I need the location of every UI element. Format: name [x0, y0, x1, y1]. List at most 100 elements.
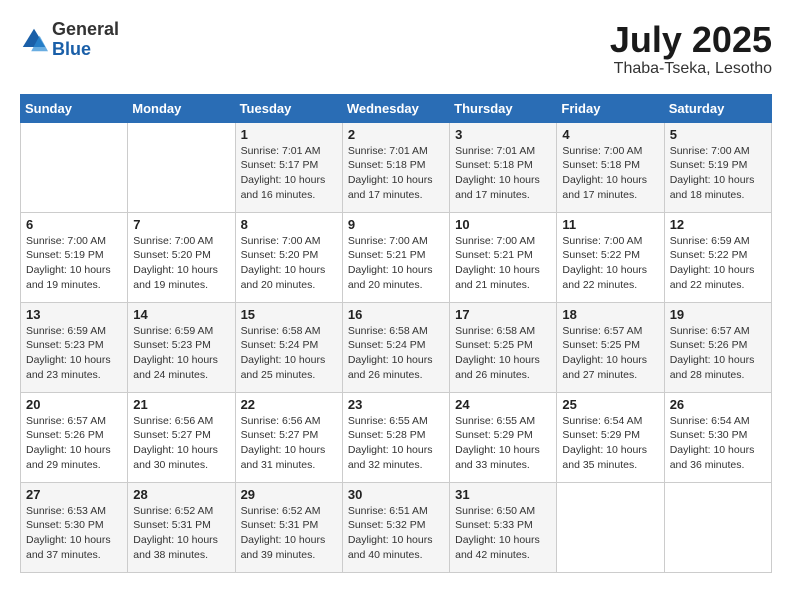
day-info: Sunrise: 6:57 AM Sunset: 5:25 PM Dayligh… — [562, 324, 658, 383]
calendar-day-cell: 15 Sunrise: 6:58 AM Sunset: 5:24 PM Dayli… — [235, 302, 342, 392]
calendar-week-row: 1Sunrise: 7:01 AM Sunset: 5:17 PM Daylig… — [21, 122, 772, 212]
day-info: Sunrise: 6:59 AM Sunset: 5:23 PM Dayligh… — [133, 324, 229, 383]
title-block: July 2025 Thaba-Tseka, Lesotho — [610, 20, 772, 78]
day-number: 4 — [562, 127, 658, 142]
calendar-day-cell: 28Sunrise: 6:52 AM Sunset: 5:31 PM Dayli… — [128, 482, 235, 572]
weekday-header: Monday — [128, 94, 235, 122]
day-info: Sunrise: 6:58 AM Sunset: 5:24 PM Dayligh… — [348, 324, 444, 383]
calendar-day-cell: 27Sunrise: 6:53 AM Sunset: 5:30 PM Dayli… — [21, 482, 128, 572]
day-number: 6 — [26, 217, 122, 232]
calendar-day-cell: 1Sunrise: 7:01 AM Sunset: 5:17 PM Daylig… — [235, 122, 342, 212]
calendar-day-cell — [128, 122, 235, 212]
day-info: Sunrise: 6:59 AM Sunset: 5:23 PM Dayligh… — [26, 324, 122, 383]
calendar-day-cell: 3 Sunrise: 7:01 AM Sunset: 5:18 PM Daylig… — [450, 122, 557, 212]
day-info: Sunrise: 6:50 AM Sunset: 5:33 PM Dayligh… — [455, 504, 551, 563]
day-info: Sunrise: 6:58 AM Sunset: 5:24 PM Dayligh… — [241, 324, 337, 383]
day-info: Sunrise: 7:00 AM Sunset: 5:18 PM Dayligh… — [562, 144, 658, 203]
calendar-day-cell: 7Sunrise: 7:00 AM Sunset: 5:20 PM Daylig… — [128, 212, 235, 302]
calendar-week-row: 27Sunrise: 6:53 AM Sunset: 5:30 PM Dayli… — [21, 482, 772, 572]
day-info: Sunrise: 6:55 AM Sunset: 5:28 PM Dayligh… — [348, 414, 444, 473]
weekday-header: Thursday — [450, 94, 557, 122]
calendar-day-cell: 30 Sunrise: 6:51 AM Sunset: 5:32 PM Dayli… — [342, 482, 449, 572]
day-info: Sunrise: 7:00 AM Sunset: 5:20 PM Dayligh… — [133, 234, 229, 293]
day-info: Sunrise: 7:01 AM Sunset: 5:18 PM Dayligh… — [455, 144, 551, 203]
day-number: 5 — [670, 127, 766, 142]
day-number: 30 — [348, 487, 444, 502]
day-number: 16 — [348, 307, 444, 322]
day-info: Sunrise: 7:01 AM Sunset: 5:18 PM Dayligh… — [348, 144, 444, 203]
day-number: 9 — [348, 217, 444, 232]
calendar-day-cell: 24Sunrise: 6:55 AM Sunset: 5:29 PM Dayli… — [450, 392, 557, 482]
day-number: 1 — [241, 127, 337, 142]
day-number: 20 — [26, 397, 122, 412]
day-number: 25 — [562, 397, 658, 412]
calendar-day-cell: 23 Sunrise: 6:55 AM Sunset: 5:28 PM Dayli… — [342, 392, 449, 482]
calendar-day-cell: 29 Sunrise: 6:52 AM Sunset: 5:31 PM Dayli… — [235, 482, 342, 572]
day-info: Sunrise: 6:59 AM Sunset: 5:22 PM Dayligh… — [670, 234, 766, 293]
day-number: 8 — [241, 217, 337, 232]
day-info: Sunrise: 6:54 AM Sunset: 5:29 PM Dayligh… — [562, 414, 658, 473]
day-info: Sunrise: 7:00 AM Sunset: 5:21 PM Dayligh… — [348, 234, 444, 293]
day-number: 3 — [455, 127, 551, 142]
calendar-day-cell: 2Sunrise: 7:01 AM Sunset: 5:18 PM Daylig… — [342, 122, 449, 212]
day-number: 15 — [241, 307, 337, 322]
calendar-day-cell: 11Sunrise: 7:00 AM Sunset: 5:22 PM Dayli… — [557, 212, 664, 302]
calendar-week-row: 6 Sunrise: 7:00 AM Sunset: 5:19 PM Daylig… — [21, 212, 772, 302]
calendar-day-cell: 31 Sunrise: 6:50 AM Sunset: 5:33 PM Dayli… — [450, 482, 557, 572]
calendar-week-row: 20 Sunrise: 6:57 AM Sunset: 5:26 PM Dayli… — [21, 392, 772, 482]
calendar-day-cell: 6 Sunrise: 7:00 AM Sunset: 5:19 PM Daylig… — [21, 212, 128, 302]
logo-general: General — [52, 20, 119, 40]
weekday-header: Friday — [557, 94, 664, 122]
day-info: Sunrise: 6:56 AM Sunset: 5:27 PM Dayligh… — [241, 414, 337, 473]
calendar-day-cell: 21 Sunrise: 6:56 AM Sunset: 5:27 PM Dayli… — [128, 392, 235, 482]
day-number: 29 — [241, 487, 337, 502]
calendar-day-cell: 4 Sunrise: 7:00 AM Sunset: 5:18 PM Daylig… — [557, 122, 664, 212]
calendar-day-cell: 22 Sunrise: 6:56 AM Sunset: 5:27 PM Dayli… — [235, 392, 342, 482]
calendar-day-cell: 12 Sunrise: 6:59 AM Sunset: 5:22 PM Dayli… — [664, 212, 771, 302]
calendar-day-cell — [557, 482, 664, 572]
day-info: Sunrise: 7:00 AM Sunset: 5:22 PM Dayligh… — [562, 234, 658, 293]
day-number: 13 — [26, 307, 122, 322]
day-number: 22 — [241, 397, 337, 412]
logo-text: General Blue — [52, 20, 119, 60]
calendar-day-cell: 16 Sunrise: 6:58 AM Sunset: 5:24 PM Dayli… — [342, 302, 449, 392]
day-number: 12 — [670, 217, 766, 232]
day-info: Sunrise: 6:57 AM Sunset: 5:26 PM Dayligh… — [670, 324, 766, 383]
day-number: 24 — [455, 397, 551, 412]
weekday-header: Wednesday — [342, 94, 449, 122]
day-number: 31 — [455, 487, 551, 502]
calendar-day-cell: 14 Sunrise: 6:59 AM Sunset: 5:23 PM Dayli… — [128, 302, 235, 392]
day-number: 10 — [455, 217, 551, 232]
day-number: 19 — [670, 307, 766, 322]
calendar-day-cell: 25 Sunrise: 6:54 AM Sunset: 5:29 PM Dayli… — [557, 392, 664, 482]
logo-blue: Blue — [52, 40, 119, 60]
month-year: July 2025 — [610, 20, 772, 60]
calendar-week-row: 13 Sunrise: 6:59 AM Sunset: 5:23 PM Dayli… — [21, 302, 772, 392]
calendar-day-cell: 18 Sunrise: 6:57 AM Sunset: 5:25 PM Dayli… — [557, 302, 664, 392]
location: Thaba-Tseka, Lesotho — [610, 60, 772, 78]
calendar-day-cell: 10 Sunrise: 7:00 AM Sunset: 5:21 PM Dayli… — [450, 212, 557, 302]
day-info: Sunrise: 7:00 AM Sunset: 5:19 PM Dayligh… — [670, 144, 766, 203]
day-number: 21 — [133, 397, 229, 412]
day-info: Sunrise: 6:51 AM Sunset: 5:32 PM Dayligh… — [348, 504, 444, 563]
day-info: Sunrise: 7:00 AM Sunset: 5:19 PM Dayligh… — [26, 234, 122, 293]
calendar-day-cell: 26Sunrise: 6:54 AM Sunset: 5:30 PM Dayli… — [664, 392, 771, 482]
calendar-day-cell: 8Sunrise: 7:00 AM Sunset: 5:20 PM Daylig… — [235, 212, 342, 302]
calendar-day-cell: 17 Sunrise: 6:58 AM Sunset: 5:25 PM Dayli… — [450, 302, 557, 392]
page-header: General Blue July 2025 Thaba-Tseka, Leso… — [20, 20, 772, 78]
day-number: 26 — [670, 397, 766, 412]
day-info: Sunrise: 6:57 AM Sunset: 5:26 PM Dayligh… — [26, 414, 122, 473]
day-number: 18 — [562, 307, 658, 322]
day-number: 17 — [455, 307, 551, 322]
day-info: Sunrise: 6:58 AM Sunset: 5:25 PM Dayligh… — [455, 324, 551, 383]
day-info: Sunrise: 6:56 AM Sunset: 5:27 PM Dayligh… — [133, 414, 229, 473]
calendar-day-cell: 9 Sunrise: 7:00 AM Sunset: 5:21 PM Daylig… — [342, 212, 449, 302]
day-info: Sunrise: 6:52 AM Sunset: 5:31 PM Dayligh… — [133, 504, 229, 563]
day-number: 23 — [348, 397, 444, 412]
calendar-day-cell — [664, 482, 771, 572]
weekday-header: Saturday — [664, 94, 771, 122]
day-number: 14 — [133, 307, 229, 322]
day-info: Sunrise: 7:00 AM Sunset: 5:21 PM Dayligh… — [455, 234, 551, 293]
day-info: Sunrise: 6:52 AM Sunset: 5:31 PM Dayligh… — [241, 504, 337, 563]
calendar-day-cell — [21, 122, 128, 212]
